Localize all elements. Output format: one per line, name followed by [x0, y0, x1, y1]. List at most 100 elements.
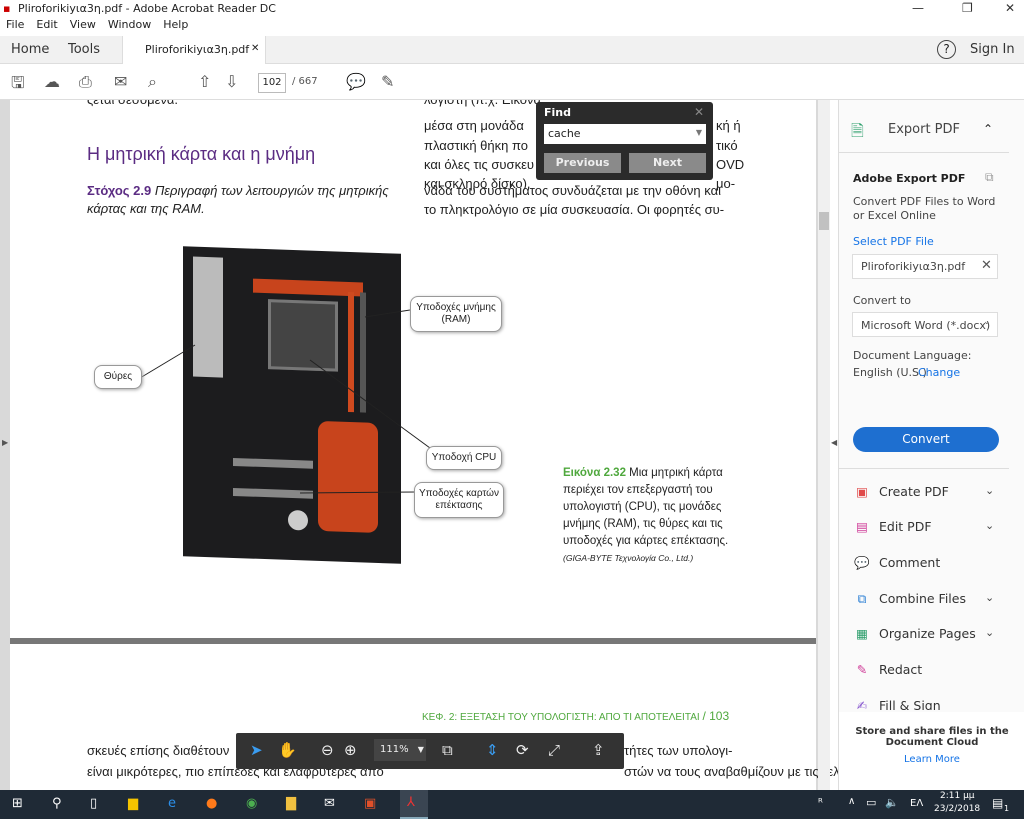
cloud-promo-text: Store and share files in the [855, 726, 1009, 737]
convert-button[interactable]: Convert [853, 427, 999, 452]
language-label: Document Language: [853, 349, 972, 362]
find-dropdown-icon[interactable]: ▼ [696, 128, 702, 137]
export-pdf-icon: 🗎 [851, 121, 864, 140]
find-input[interactable]: cache ▼ [544, 124, 706, 144]
firefox-icon[interactable]: ● [206, 796, 217, 811]
edit-pdf-icon: ▤ [856, 519, 868, 534]
powerpoint-icon[interactable]: ▣ [364, 796, 376, 811]
mail-icon[interactable]: ✉ [324, 796, 335, 811]
find-close-icon[interactable]: ✕ [694, 105, 704, 119]
tool-create-pdf[interactable]: ▣ Create PDF [853, 484, 949, 499]
find-previous-button[interactable]: Previous [544, 153, 621, 173]
find-input-value: cache [548, 127, 581, 140]
text-line: τήτες των υπολογι- [624, 743, 733, 758]
callout-ports: Θύρες [94, 365, 142, 389]
search-icon[interactable]: ⚲ [52, 796, 62, 811]
edge-icon[interactable]: e [168, 796, 176, 811]
export-section-title: Adobe Export PDF [853, 172, 966, 185]
zoom-level-dropdown[interactable]: 111% ▼ [374, 739, 426, 761]
tool-label: Organize Pages [879, 626, 976, 641]
export-pdf-title[interactable]: Export PDF [888, 122, 960, 137]
collapse-chevron-icon[interactable]: ⌃ [983, 122, 993, 136]
file-explorer-icon[interactable]: ▆ [128, 796, 138, 811]
chrome-icon[interactable]: ◉ [246, 796, 257, 811]
tool-label: Combine Files [879, 591, 966, 606]
document-cloud-promo: Store and share files in the Document Cl… [839, 712, 1024, 790]
tool-organize-pages[interactable]: ▦ Organize Pages [853, 626, 976, 641]
tool-label: Comment [879, 555, 941, 570]
chevron-up-icon[interactable]: ∧ [848, 796, 855, 807]
tool-redact[interactable]: ✎ Redact [853, 662, 922, 677]
tool-fill-sign[interactable]: ✍ Fill & Sign [853, 698, 941, 710]
tool-combine-files[interactable]: ⧉ Combine Files [853, 591, 966, 607]
convert-to-label: Convert to [853, 294, 912, 307]
language-indicator[interactable]: ΕΛ [910, 798, 923, 809]
scrollbar-thumb[interactable] [819, 212, 829, 230]
caption-label: Εικόνα 2.32 [563, 467, 626, 479]
zoom-out-icon[interactable]: ⊖ [321, 741, 334, 759]
chevron-down-icon[interactable]: ⌄ [985, 626, 994, 639]
export-description: Convert PDF Files to Word [853, 195, 996, 208]
vertical-scrollbar[interactable] [818, 100, 830, 790]
caption-line: περιέχει τον επεξεργαστή του [563, 484, 713, 496]
caption-line: υπολογιστή (CPU), τις μονάδες [563, 501, 722, 513]
people-icon[interactable]: ᴿ [818, 796, 823, 809]
zoom-level-value: 111% [380, 744, 409, 755]
caret-down-icon: ▼ [417, 745, 424, 754]
format-dropdown[interactable]: Microsoft Word (*.docx) ⌄ [852, 312, 998, 337]
caption-credit: (GIGA-BYTE Τεχνολογία Co., Ltd.) [563, 553, 694, 563]
close-button[interactable]: ✕ [1005, 1, 1015, 15]
redact-icon: ✎ [856, 662, 868, 677]
volume-muted-icon[interactable]: 🔈 [885, 796, 899, 809]
chevron-down-icon[interactable]: ⌄ [985, 519, 994, 532]
windows-start-icon[interactable]: ⊞ [12, 796, 23, 811]
task-view-icon[interactable]: ▯ [90, 796, 97, 811]
text-line: σκευές επίσης διαθέτουν [87, 743, 230, 758]
network-icon[interactable]: ▭ [866, 796, 876, 809]
organize-pages-icon: ▦ [856, 626, 868, 641]
comment-icon: 💬 [854, 555, 870, 570]
fill-sign-icon: ✍ [856, 698, 868, 710]
running-head: ΚΕΦ. 2: ΕΞΕΤΑΣΗ ΤΟΥ ΥΠΟΛΟΓΙΣΤΗ: ΑΠΟ ΤΙ Α… [422, 709, 729, 723]
full-screen-icon[interactable]: ⤢ [548, 741, 560, 759]
caption-line: Μια μητρική κάρτα [629, 467, 723, 479]
clock-time[interactable]: 2:11 μμ [940, 791, 975, 801]
chevron-down-icon[interactable]: ⌄ [985, 484, 994, 497]
callout-ram: Υποδοχές μνήμης (RAM) [410, 296, 502, 332]
cloud-files-icon[interactable]: ⧉ [985, 170, 994, 185]
acrobat-taskbar-button[interactable]: ⅄ [400, 790, 428, 819]
callout-cpu: Υποδοχή CPU [426, 446, 502, 470]
select-pdf-file-link[interactable]: Select PDF File [853, 235, 934, 248]
selected-file-field[interactable]: Pliroforikiyια3η.pdf ✕ [852, 254, 998, 279]
right-pane-toggle-icon[interactable]: ◀ [831, 438, 837, 447]
acrobat-icon: ⅄ [407, 795, 415, 810]
page-display-icon[interactable]: ⧉ [442, 741, 453, 759]
clear-file-icon[interactable]: ✕ [981, 258, 992, 273]
help-icon[interactable]: ? [937, 40, 956, 59]
select-tool-icon[interactable]: ➤ [250, 741, 263, 759]
hand-tool-icon[interactable]: ✋ [278, 741, 297, 759]
find-title: Find [544, 106, 571, 119]
zoom-in-icon[interactable]: ⊕ [344, 741, 357, 759]
caption-line: μνήμης (RAM), τις θύρες και τις [563, 518, 723, 530]
windows-taskbar: ⊞ ⚲ ▯ ▆ e ● ◉ ▇ ✉ ▣ ⅄ ᴿ ∧ ▭ 🔈 ΕΛ 2:11 μμ… [0, 790, 1024, 819]
folder-icon[interactable]: ▇ [286, 796, 296, 811]
read-mode-icon[interactable]: ⇪ [592, 741, 605, 759]
tool-edit-pdf[interactable]: ▤ Edit PDF [853, 519, 931, 534]
chevron-down-icon[interactable]: ⌄ [985, 591, 994, 604]
tool-comment[interactable]: 💬 Comment [853, 555, 940, 571]
left-pane-toggle-icon[interactable]: ▶ [2, 438, 8, 447]
rotate-icon[interactable]: ⟳ [516, 741, 529, 759]
create-pdf-icon: ▣ [856, 484, 868, 499]
find-next-button[interactable]: Next [629, 153, 706, 173]
restore-button[interactable]: ❐ [962, 1, 973, 15]
notification-icon[interactable]: ▤ [992, 796, 1003, 810]
sign-in-link[interactable]: Sign In [970, 42, 1015, 57]
scroll-mode-icon[interactable]: ⇕ [486, 741, 499, 759]
change-language-link[interactable]: Change [918, 366, 960, 379]
combine-files-icon: ⧉ [857, 591, 867, 606]
minimize-button[interactable]: — [912, 1, 924, 15]
clock-date[interactable]: 23/2/2018 [934, 804, 980, 814]
cloud-promo-text: Document Cloud [885, 737, 979, 748]
learn-more-link[interactable]: Learn More [839, 754, 1024, 765]
